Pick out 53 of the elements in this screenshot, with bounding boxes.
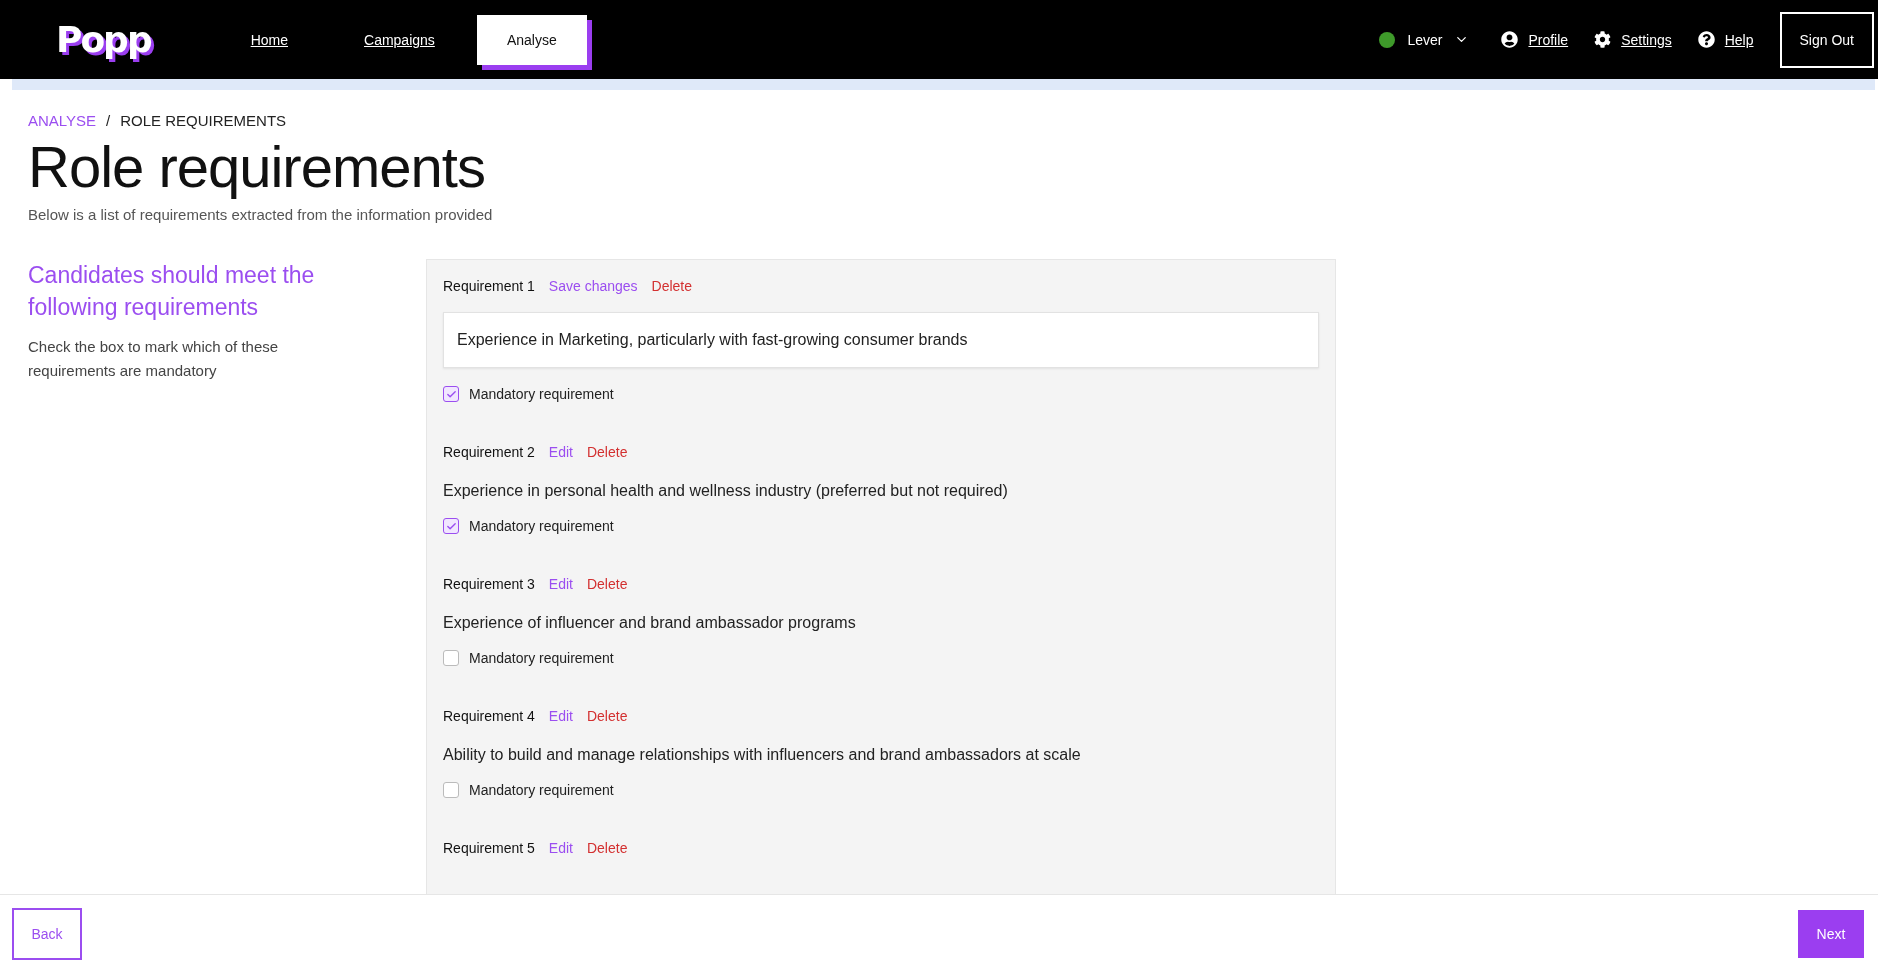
edit-link[interactable]: Edit	[548, 444, 573, 460]
edit-link[interactable]: Edit	[548, 708, 573, 724]
breadcrumb-separator: /	[106, 112, 111, 129]
checkbox-label: Mandatory requirement	[469, 650, 614, 666]
requirement-title: Requirement 1	[443, 278, 535, 294]
next-button[interactable]: Next	[1798, 909, 1864, 958]
link-label: Help	[1724, 31, 1754, 48]
check-icon	[445, 520, 457, 532]
integration-dropdown[interactable]: Lever	[1373, 30, 1476, 49]
nav-link[interactable]: Home	[216, 14, 322, 65]
checkbox-label: Mandatory requirement	[469, 386, 614, 402]
help-link[interactable]: Help	[1697, 31, 1754, 48]
back-button[interactable]: Back	[12, 907, 82, 960]
settings-icon	[1594, 31, 1612, 48]
logo: Popp	[56, 19, 151, 60]
edit-link[interactable]: Edit	[548, 576, 573, 592]
requirement-title: Requirement 2	[443, 444, 535, 460]
delete-link[interactable]: Delete	[586, 444, 628, 460]
edit-link[interactable]: Edit	[548, 840, 573, 856]
breadcrumb-current: ROLE REQUIREMENTS	[120, 112, 287, 129]
help-icon	[1697, 31, 1715, 48]
page-title: Role requirements	[28, 133, 486, 200]
checkbox[interactable]	[443, 782, 459, 798]
sign-out-button[interactable]: Sign Out	[1779, 11, 1874, 68]
profile-icon	[1501, 31, 1519, 48]
profile-link[interactable]: Profile	[1501, 31, 1569, 48]
check-icon	[445, 388, 457, 400]
requirement-text: Experience in personal health and wellness industry (preferred but not required)	[443, 482, 1009, 500]
settings-link[interactable]: Settings	[1594, 31, 1672, 48]
checkbox[interactable]	[443, 650, 459, 666]
requirement-title: Requirement 5	[443, 840, 535, 856]
page-subtitle: Below is a list of requirements extracted from the information provided	[28, 206, 494, 223]
checkbox-label: Mandatory requirement	[469, 518, 614, 534]
requirement-text: Ability to build and manage relationships with influencers and brand ambassadors at scale	[443, 746, 1082, 764]
checkbox[interactable]	[443, 518, 459, 534]
link-label: Settings	[1621, 31, 1672, 48]
requirement-input[interactable]: Experience in Marketing, particularly with fast-growing consumer brands	[443, 312, 1319, 368]
nav-link[interactable]: Campaigns	[330, 14, 469, 65]
delete-link[interactable]: Delete	[586, 840, 628, 856]
section-hint: Check the box to mark which of these requirements are mandatory	[28, 337, 280, 382]
requirement-title: Requirement 4	[443, 708, 535, 724]
requirement-text: Experience of influencer and brand ambassador programs	[443, 614, 857, 632]
link-label: Profile	[1528, 31, 1569, 48]
breadcrumb-link[interactable]: ANALYSE	[28, 112, 97, 129]
save-link[interactable]: Save changes	[548, 278, 638, 294]
delete-link[interactable]: Delete	[586, 576, 628, 592]
requirement-title: Requirement 3	[443, 576, 535, 592]
delete-link[interactable]: Delete	[651, 278, 693, 294]
checkbox-label: Mandatory requirement	[469, 782, 614, 798]
checkbox[interactable]	[443, 386, 459, 402]
status-dot-icon	[1379, 31, 1396, 48]
section-heading: Candidates should meet the following requirements	[28, 261, 316, 323]
delete-link[interactable]: Delete	[586, 708, 628, 724]
